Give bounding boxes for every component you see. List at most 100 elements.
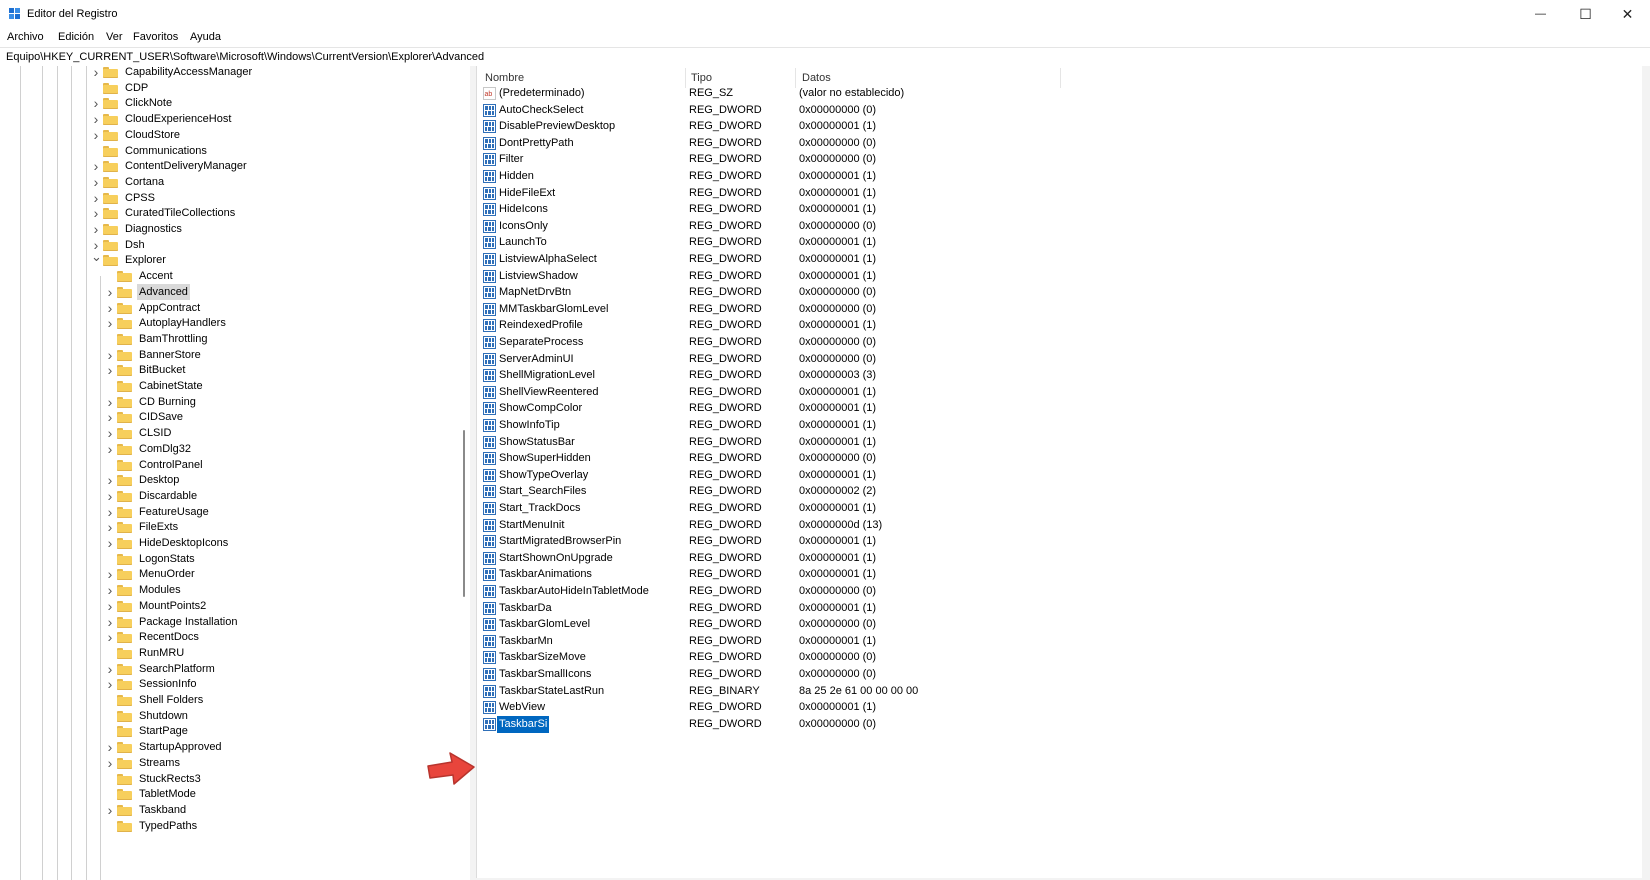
value-row[interactable]: ab (Predeterminado) REG_SZ (valor no establ… [477,85,1643,102]
chevron-right-icon[interactable]: › [91,95,101,111]
value-row[interactable]: ShowSuperHidden REG_DWORD 0x00000000 (0) [477,450,1643,467]
chevron-right-icon[interactable]: › [105,409,115,425]
chevron-right-icon[interactable]: › [91,158,101,174]
chevron-right-icon[interactable]: › [91,174,101,190]
tree-item-label: AutoplayHandlers [139,317,226,330]
value-row[interactable]: ShowStatusBar REG_DWORD 0x00000001 (1) [477,434,1643,451]
chevron-right-icon[interactable]: › [105,582,115,598]
chevron-right-icon[interactable]: › [91,205,101,221]
value-row[interactable]: HideFileExt REG_DWORD 0x00000001 (1) [477,185,1643,202]
value-data: (valor no establecido) [799,87,905,99]
chevron-right-icon[interactable]: › [105,472,115,488]
value-row[interactable]: IconsOnly REG_DWORD 0x00000000 (0) [477,218,1643,235]
value-row[interactable]: Start_TrackDocs REG_DWORD 0x00000001 (1) [477,500,1643,517]
minimize-button[interactable]: — [1518,0,1563,28]
chevron-right-icon[interactable]: › [105,315,115,331]
value-row[interactable]: ListviewShadow REG_DWORD 0x00000001 (1) [477,268,1643,285]
chevron-right-icon[interactable]: › [105,802,115,818]
chevron-right-icon[interactable]: › [91,66,101,80]
value-row[interactable]: ShowTypeOverlay REG_DWORD 0x00000001 (1) [477,467,1643,484]
binary-value-icon [483,568,496,582]
value-row[interactable]: TaskbarAutoHideInTabletMode REG_DWORD 0x00… [477,583,1643,600]
chevron-right-icon[interactable]: › [105,676,115,692]
address-bar[interactable]: Equipo\HKEY_CURRENT_USER\Software\Micros… [0,47,1650,67]
menu-edicion[interactable]: Edición [58,31,94,43]
value-row[interactable]: TaskbarDa REG_DWORD 0x00000001 (1) [477,600,1643,617]
value-row[interactable]: TaskbarStateLastRun REG_BINARY 8a 25 2e 61… [477,683,1643,700]
value-row[interactable]: ShellViewReentered REG_DWORD 0x00000001 (1… [477,384,1643,401]
value-data: 0x00000000 (0) [799,651,877,664]
tree-item-label: RunMRU [139,646,185,659]
binary-value-icon [483,103,496,117]
menu-archivo[interactable]: Archivo [7,31,44,43]
menu-favoritos[interactable]: Favoritos [133,31,178,43]
value-row[interactable]: TaskbarGlomLevel REG_DWORD 0x00000000 (0) [477,616,1643,633]
folder-icon [103,176,118,188]
chevron-right-icon[interactable]: › [105,598,115,614]
folder-icon [103,161,118,173]
value-row[interactable]: Start_SearchFiles REG_DWORD 0x00000002 (2) [477,483,1643,500]
chevron-right-icon[interactable]: › [105,566,115,582]
chevron-down-icon[interactable]: ⌄ [91,250,102,268]
value-row[interactable]: Hidden REG_DWORD 0x00000001 (1) [477,168,1643,185]
chevron-right-icon[interactable]: › [91,127,101,143]
chevron-right-icon[interactable]: › [105,394,115,410]
value-row[interactable]: DontPrettyPath REG_DWORD 0x00000000 (0) [477,135,1643,152]
value-type: REG_DWORD [689,717,762,730]
value-row[interactable]: TaskbarSmallIcons REG_DWORD 0x00000000 (0) [477,666,1643,683]
value-row[interactable]: DisablePreviewDesktop REG_DWORD 0x00000001… [477,118,1643,135]
value-row[interactable]: TaskbarSi REG_DWORD 0x00000000 (0) [477,715,1643,733]
value-row[interactable]: ReindexedProfile REG_DWORD 0x00000001 (1) [477,317,1643,334]
tree-scrollbar[interactable] [463,430,465,597]
value-row[interactable]: TaskbarMn REG_DWORD 0x00000001 (1) [477,633,1643,650]
menu-ver[interactable]: Ver [106,31,123,43]
value-row[interactable]: MapNetDrvBtn REG_DWORD 0x00000000 (0) [477,284,1643,301]
maximize-button[interactable]: ☐ [1563,0,1608,28]
value-row[interactable]: StartShownOnUpgrade REG_DWORD 0x00000001 (… [477,550,1643,567]
chevron-right-icon[interactable]: › [105,441,115,457]
chevron-right-icon[interactable]: › [105,614,115,630]
value-row[interactable]: ShowCompColor REG_DWORD 0x00000001 (1) [477,400,1643,417]
chevron-right-icon[interactable]: › [105,629,115,645]
menu-ayuda[interactable]: Ayuda [190,31,221,43]
chevron-right-icon[interactable]: › [91,190,101,206]
chevron-right-icon[interactable]: › [105,362,115,378]
value-row[interactable]: TaskbarSizeMove REG_DWORD 0x00000000 (0) [477,649,1643,666]
chevron-right-icon[interactable]: › [105,755,115,771]
value-row[interactable]: AutoCheckSelect REG_DWORD 0x00000000 (0) [477,102,1643,119]
value-row[interactable]: MMTaskbarGlomLevel REG_DWORD 0x00000000 (0… [477,301,1643,318]
value-row[interactable]: StartMenuInit REG_DWORD 0x0000000d (13) [477,517,1643,534]
chevron-right-icon[interactable]: › [105,425,115,441]
chevron-right-icon[interactable]: › [105,284,115,300]
value-row[interactable]: WebView REG_DWORD 0x00000001 (1) [477,699,1643,716]
chevron-right-icon[interactable]: › [105,347,115,363]
value-row[interactable]: LaunchTo REG_DWORD 0x00000001 (1) [477,234,1643,251]
value-row[interactable]: SeparateProcess REG_DWORD 0x00000000 (0) [477,334,1643,351]
chevron-right-icon[interactable]: › [105,300,115,316]
value-row[interactable]: HideIcons REG_DWORD 0x00000001 (1) [477,201,1643,218]
chevron-right-icon[interactable]: › [105,739,115,755]
value-row[interactable]: Filter REG_DWORD 0x00000000 (0) [477,151,1643,168]
value-row[interactable]: TaskbarAnimations REG_DWORD 0x00000001 (1) [477,566,1643,583]
close-button[interactable]: ✕ [1605,0,1650,28]
value-row[interactable]: ShowInfoTip REG_DWORD 0x00000001 (1) [477,417,1643,434]
chevron-right-icon[interactable]: › [105,519,115,535]
chevron-right-icon[interactable]: › [91,111,101,127]
value-row[interactable]: ListviewAlphaSelect REG_DWORD 0x00000001 (… [477,251,1643,268]
value-data: 0x00000000 (0) [799,219,877,232]
value-type: REG_DWORD [689,435,762,448]
value-data: 0x00000001 (1) [799,269,877,282]
value-name: TaskbarSi [497,715,550,733]
value-type: REG_DWORD [689,618,762,631]
value-row[interactable]: ServerAdminUI REG_DWORD 0x00000000 (0) [477,351,1643,368]
chevron-right-icon[interactable]: › [105,488,115,504]
chevron-right-icon[interactable]: › [105,535,115,551]
minimize-icon: — [1535,8,1546,20]
chevron-right-icon[interactable]: › [91,221,101,237]
chevron-right-icon[interactable]: › [105,661,115,677]
value-row[interactable]: ShellMigrationLevel REG_DWORD 0x00000003 (… [477,367,1643,384]
chevron-right-icon[interactable]: › [105,504,115,520]
folder-icon [117,490,132,502]
value-row[interactable]: StartMigratedBrowserPin REG_DWORD 0x000000… [477,533,1643,550]
binary-value-icon [483,319,496,333]
